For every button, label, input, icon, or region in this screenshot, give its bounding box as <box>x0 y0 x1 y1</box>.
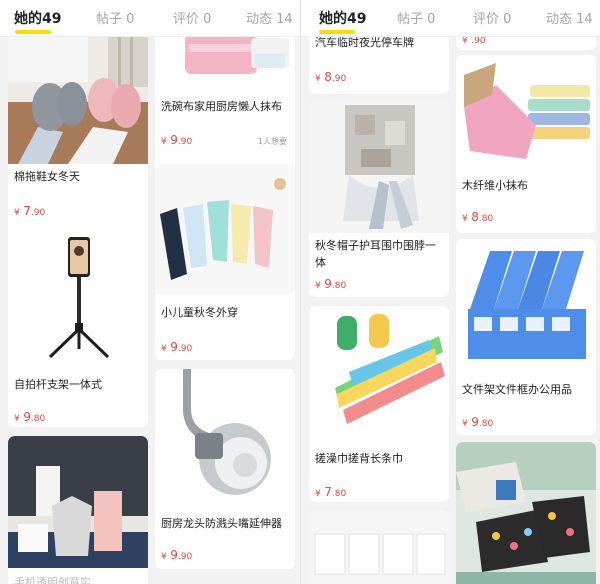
price-integer: 9 <box>324 277 332 291</box>
faucet-extender-image <box>155 369 295 504</box>
kids-pants-image <box>155 164 295 294</box>
cup-holder-image <box>8 436 148 568</box>
product-card[interactable]: 搓澡巾搓背长条巾 ¥ 7.80 <box>309 306 449 502</box>
tab-posts[interactable]: 帖子 0 <box>96 8 134 27</box>
price-integer: 9 <box>471 415 479 429</box>
price-decimal: .90 <box>30 208 46 218</box>
wants-count: 1人想要 <box>257 137 287 146</box>
slippers-image <box>8 32 148 164</box>
price-decimal: .80 <box>478 419 494 429</box>
hat-scarf-image <box>309 101 449 233</box>
product-price: ¥ 9.80 <box>462 415 493 429</box>
product-title: 小儿童秋冬外穿 <box>161 306 238 319</box>
price-integer: 7 <box>324 485 332 499</box>
product-price: ¥ 8.80 <box>462 210 493 224</box>
bath-towel-image <box>309 306 449 438</box>
price-currency: ¥ <box>14 414 20 424</box>
product-title: 搓澡巾搓背长条巾 <box>315 452 403 465</box>
active-tab-indicator <box>319 30 355 34</box>
product-price: ¥ 9.80 <box>14 410 45 424</box>
price-decimal: .80 <box>30 414 46 424</box>
price-currency: ¥ <box>161 344 167 354</box>
product-title: 秋冬帽子护耳围巾围脖一体 <box>315 239 436 269</box>
price-currency: ¥ <box>14 208 20 218</box>
product-price: ¥ 7.80 <box>315 485 346 499</box>
price-integer: 9 <box>170 133 178 147</box>
product-title: 洗碗布家用厨房懒人抹布 <box>161 100 282 113</box>
product-card[interactable]: 小儿童秋冬外穿 ¥ 9.90 <box>155 164 295 360</box>
product-title: 木纤维小抹布 <box>462 179 528 192</box>
product-card[interactable]: 木纤维小抹布 ¥ 8.80 <box>456 55 596 233</box>
price-decimal: .90 <box>331 74 347 84</box>
tab-reviews[interactable]: 评价 0 <box>173 8 211 27</box>
product-title: 棉拖鞋女冬天 <box>14 170 80 183</box>
tab-her-items[interactable]: 她的49 <box>319 8 366 28</box>
price-integer: 7 <box>23 204 31 218</box>
price-decimal: .90 <box>177 552 193 562</box>
price-integer: 8 <box>471 210 479 224</box>
product-card[interactable] <box>309 510 449 584</box>
product-price: ¥ 7.90 <box>14 204 45 218</box>
price-integer: 9 <box>170 340 178 354</box>
dish-cloth-image <box>155 32 295 92</box>
price-integer: 9 <box>170 548 178 562</box>
selfie-stick-image <box>8 231 148 363</box>
tab-bar: 她的49 帖子 0 评价 0 动态 14 <box>301 0 600 37</box>
product-price: ¥ 9.80 <box>315 277 346 291</box>
price-decimal: .80 <box>478 214 494 224</box>
product-card[interactable]: 手机透明创意实 <box>8 436 148 584</box>
price-currency: ¥ <box>161 137 167 147</box>
price-decimal: .90 <box>471 36 486 46</box>
price-decimal: .80 <box>331 281 347 291</box>
product-title: 文件架文件框办公用品 <box>462 383 572 396</box>
price-currency: ¥ <box>315 489 321 499</box>
product-price: ¥ 9.90 <box>161 133 192 147</box>
towel-stack-image <box>456 55 596 175</box>
product-card[interactable]: 自拍杆支架一体式 ¥ 9.80 <box>8 231 148 427</box>
tab-posts[interactable]: 帖子 0 <box>397 8 435 27</box>
price-integer: 8 <box>324 70 332 84</box>
product-card[interactable]: 秋冬帽子护耳围巾围脖一体 ¥ 9.80 <box>309 101 449 297</box>
price-currency: ¥ <box>315 74 321 84</box>
product-list-panel-left: 她的49 帖子 0 评价 0 动态 14 棉拖鞋女冬天 ¥ 7.90 自拍杆支架… <box>0 0 300 584</box>
product-card[interactable]: 汽车临时夜光停车牌 ¥ 8.90 <box>309 32 449 94</box>
product-card[interactable]: 洗碗布家用厨房懒人抹布 ¥ 9.90 1人想要 <box>155 32 295 184</box>
product-card[interactable] <box>456 442 596 584</box>
price-decimal: .90 <box>177 344 193 354</box>
product-card[interactable]: 厨房龙头防溅头嘴延伸器 ¥ 9.90 <box>155 369 295 569</box>
tab-her-items[interactable]: 她的49 <box>14 8 61 28</box>
product-price: ¥ 8.90 <box>315 70 346 84</box>
tab-reviews[interactable]: 评价 0 <box>473 8 511 27</box>
price-integer: 9 <box>23 410 31 424</box>
product-price: ¥ 9.90 <box>161 548 192 562</box>
price-currency: ¥ <box>462 36 468 46</box>
scooter-gloves-image <box>456 442 596 584</box>
product-card[interactable]: 文件架文件框办公用品 ¥ 9.80 <box>456 239 596 435</box>
storage-box-image <box>309 510 449 584</box>
active-tab-indicator <box>15 30 51 34</box>
product-card[interactable]: 棉拖鞋女冬天 ¥ 7.90 <box>8 32 148 260</box>
price-currency: ¥ <box>462 419 468 429</box>
tab-bar: 她的49 帖子 0 评价 0 动态 14 <box>0 0 300 37</box>
price-decimal: .80 <box>331 489 347 499</box>
product-title: 自拍杆支架一体式 <box>14 378 102 391</box>
price-currency: ¥ <box>462 214 468 224</box>
product-price: ¥ 9.90 <box>161 340 192 354</box>
product-title: 手机透明创意实 <box>14 576 91 584</box>
tab-activity[interactable]: 动态 14 <box>546 8 593 27</box>
product-list-panel-right: 她的49 帖子 0 评价 0 动态 14 汽车临时夜光停车牌 ¥ 8.90 秋冬… <box>300 0 600 584</box>
price-decimal: .90 <box>177 137 193 147</box>
product-title: 厨房龙头防溅头嘴延伸器 <box>161 517 282 530</box>
file-rack-image <box>456 239 596 369</box>
tab-activity[interactable]: 动态 14 <box>246 8 293 27</box>
price-currency: ¥ <box>161 552 167 562</box>
price-currency: ¥ <box>315 281 321 291</box>
